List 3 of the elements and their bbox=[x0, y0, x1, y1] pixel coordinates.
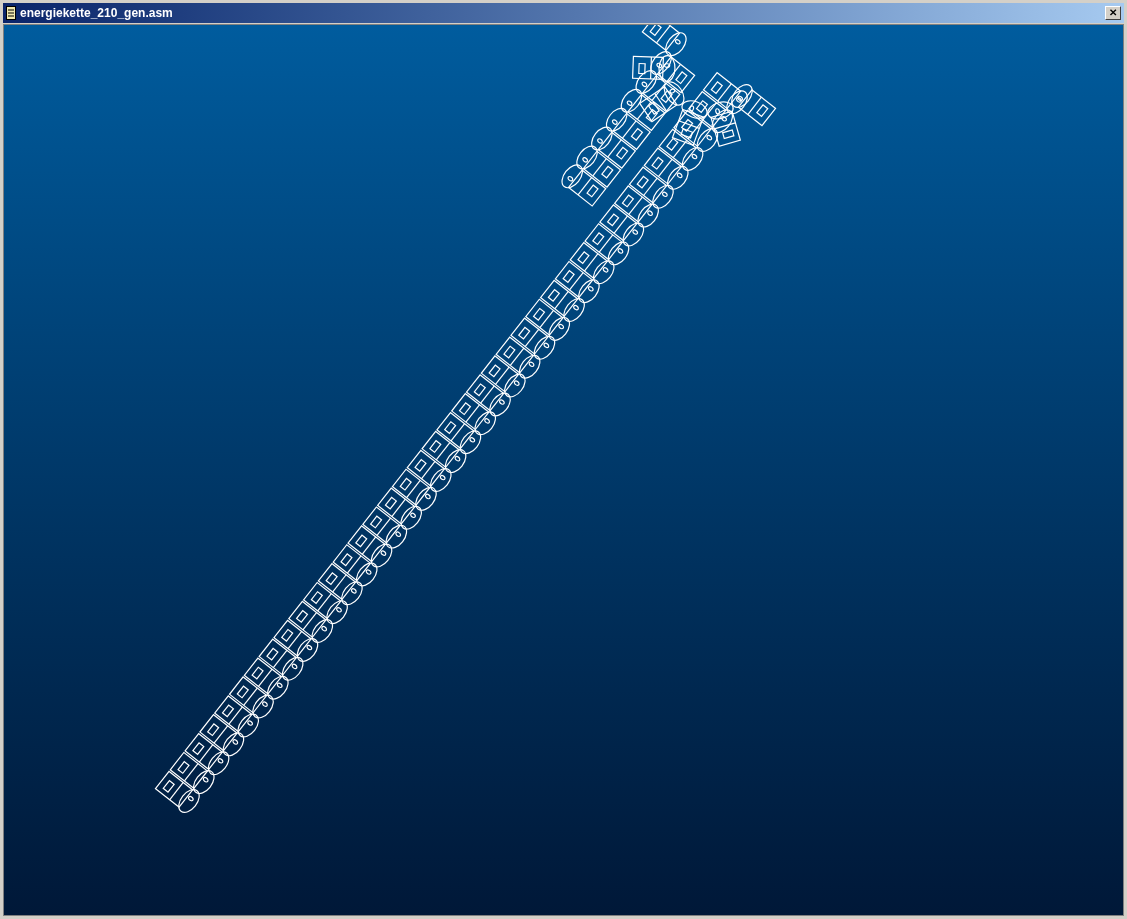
window-title: energiekette_210_gen.asm bbox=[20, 7, 173, 19]
close-button[interactable]: ✕ bbox=[1105, 6, 1121, 20]
document-icon bbox=[6, 6, 16, 20]
